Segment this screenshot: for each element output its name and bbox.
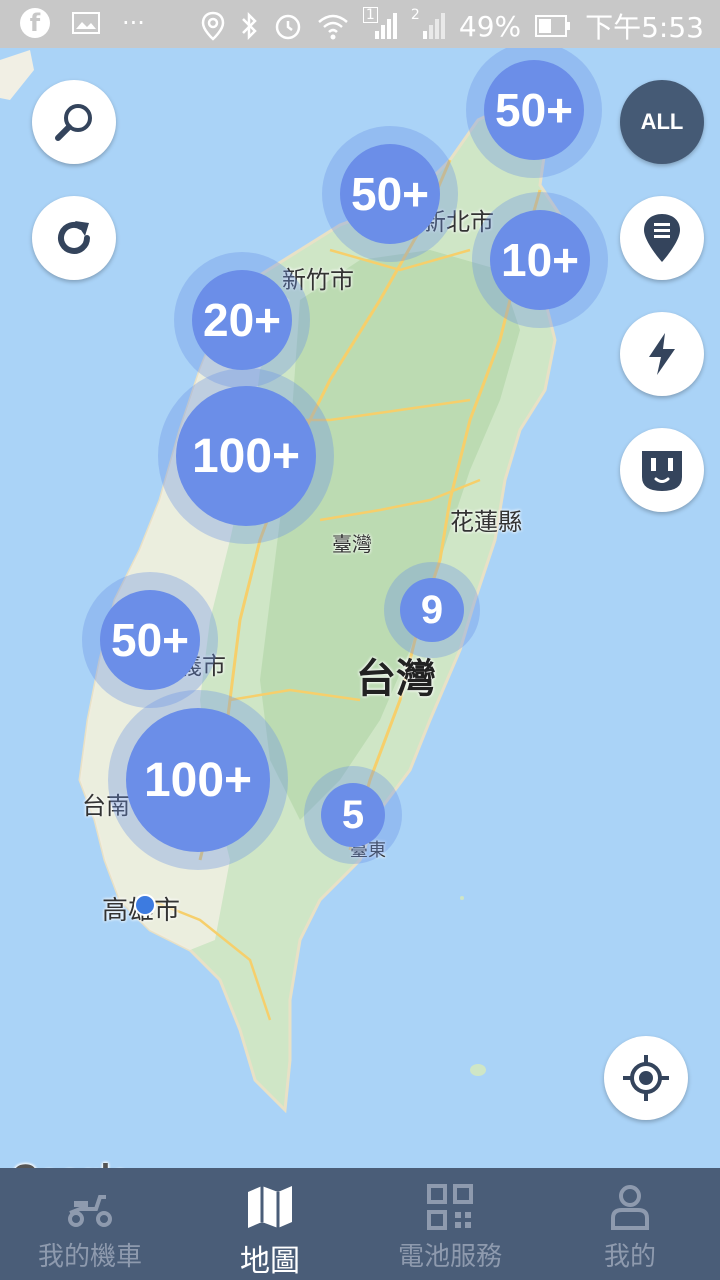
- locate-me-button[interactable]: [604, 1036, 688, 1120]
- list-pin-button[interactable]: [620, 196, 704, 280]
- cluster-marker[interactable]: 100+: [108, 690, 288, 870]
- refresh-icon: [58, 221, 90, 254]
- tab-profile[interactable]: 我的: [540, 1168, 720, 1280]
- battery-icon: [535, 15, 571, 37]
- cluster-marker[interactable]: 50+: [82, 572, 218, 708]
- locate-icon: [623, 1055, 669, 1101]
- battery-percent: 49%: [458, 9, 522, 43]
- scooter-icon: [68, 1195, 112, 1227]
- current-location-dot: [134, 894, 156, 916]
- alarm-icon: [275, 14, 301, 40]
- list-pin-icon: [644, 214, 680, 262]
- search-button[interactable]: [32, 80, 116, 164]
- cluster-count: 50+: [340, 144, 440, 244]
- cluster-count: 9: [400, 578, 464, 642]
- cluster-count: 100+: [126, 708, 270, 852]
- cluster-marker[interactable]: 9: [384, 562, 480, 658]
- facebook-icon: f: [20, 8, 50, 38]
- label-hualien: 花蓮縣: [450, 508, 522, 536]
- tab-label: 電池服務: [397, 1242, 502, 1272]
- outlet-icon: [642, 451, 682, 491]
- refresh-button[interactable]: [32, 196, 116, 280]
- fast-charge-button[interactable]: [620, 312, 704, 396]
- cluster-count: 20+: [192, 270, 292, 370]
- cluster-marker[interactable]: 5: [304, 766, 402, 864]
- lightning-icon: [649, 333, 675, 375]
- label-taiwan-small: 臺灣: [332, 532, 372, 556]
- bottom-tab-bar: 我的機車 地圖 電池服務 我的: [0, 1168, 720, 1280]
- tab-battery-service[interactable]: 電池服務: [360, 1168, 540, 1280]
- cluster-count: 5: [321, 783, 385, 847]
- cluster-marker[interactable]: 50+: [466, 48, 602, 178]
- tab-label: 我的: [603, 1242, 656, 1272]
- tab-label: 我的機車: [37, 1242, 142, 1272]
- cluster-count: 50+: [100, 590, 200, 690]
- clock: 下午5:53: [585, 11, 704, 44]
- cluster-marker[interactable]: 10+: [472, 192, 608, 328]
- signal-sim1-icon: 1: [362, 7, 397, 41]
- search-icon: [55, 104, 92, 141]
- cluster-marker[interactable]: 50+: [322, 126, 458, 262]
- outlet-button[interactable]: [620, 428, 704, 512]
- status-bar: f ··· 1 2 49% 下午5:53: [0, 0, 720, 48]
- gallery-icon: [72, 12, 100, 34]
- bluetooth-icon: [241, 11, 257, 41]
- filter-all-label: ALL: [640, 109, 684, 134]
- more-notifications-icon: ···: [122, 9, 145, 37]
- tab-label: 地圖: [240, 1244, 300, 1279]
- signal-sim2-icon: 2: [411, 7, 445, 41]
- profile-icon: [611, 1185, 649, 1230]
- tab-map[interactable]: 地圖: [180, 1168, 360, 1280]
- qr-code-icon: [427, 1184, 473, 1230]
- google-attribution: Google: [12, 1158, 129, 1168]
- cluster-count: 100+: [176, 386, 316, 526]
- cluster-count: 50+: [484, 60, 584, 160]
- cluster-marker[interactable]: 100+: [158, 368, 334, 544]
- cluster-count: 10+: [490, 210, 590, 310]
- map-icon: [248, 1186, 292, 1228]
- tab-my-scooter[interactable]: 我的機車: [0, 1168, 180, 1280]
- wifi-icon: [318, 14, 348, 40]
- filter-all-button[interactable]: ALL: [620, 80, 704, 164]
- location-icon: [201, 11, 225, 41]
